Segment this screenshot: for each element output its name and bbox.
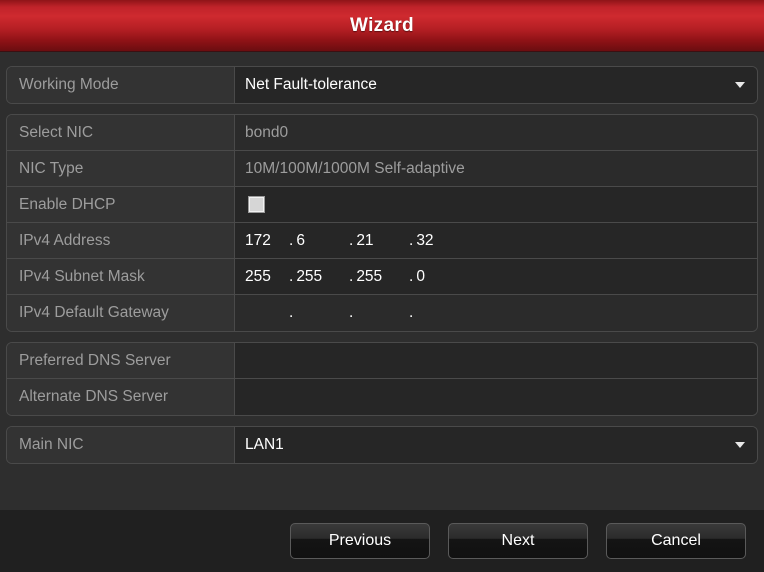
- value-working-mode: Net Fault-tolerance: [245, 76, 377, 93]
- gateway-dot-2: .: [349, 304, 354, 321]
- cell-ipv4-subnet-mask[interactable]: 255 . 255 . 255 .0: [235, 259, 757, 294]
- gateway-octet-2[interactable]: .: [289, 304, 349, 322]
- cell-ipv4-address[interactable]: 172 .6 . 21 . 32: [235, 223, 757, 258]
- group-main-nic: Main NIC LAN1: [6, 426, 758, 464]
- ip-input-ipv4-address[interactable]: 172 .6 . 21 . 32: [245, 232, 469, 250]
- dialog-footer: Previous Next Cancel: [0, 510, 764, 572]
- gateway-octet-3[interactable]: .: [349, 304, 409, 322]
- row-nic-type: NIC Type 10M/100M/1000M Self-adaptive: [7, 151, 757, 187]
- mask-dot-2: .: [349, 267, 354, 285]
- row-alternate-dns: Alternate DNS Server: [7, 379, 757, 415]
- row-ipv4-default-gateway: IPv4 Default Gateway . . .: [7, 295, 757, 331]
- mask-octet-4[interactable]: .0: [409, 268, 469, 286]
- cell-enable-dhcp[interactable]: [235, 187, 757, 222]
- cell-ipv4-default-gateway[interactable]: . . .: [235, 295, 757, 331]
- label-select-nic: Select NIC: [7, 115, 235, 150]
- previous-button[interactable]: Previous: [290, 523, 430, 559]
- label-ipv4-address: IPv4 Address: [7, 223, 235, 258]
- dialog-content: Working Mode Net Fault-tolerance Select …: [0, 52, 764, 510]
- wizard-dialog: Wizard Working Mode Net Fault-tolerance …: [0, 0, 764, 572]
- row-working-mode[interactable]: Working Mode Net Fault-tolerance: [7, 67, 757, 103]
- checkbox-icon-enable-dhcp[interactable]: [248, 196, 265, 213]
- value-select-nic: bond0: [235, 115, 757, 150]
- row-select-nic: Select NIC bond0: [7, 115, 757, 151]
- row-preferred-dns: Preferred DNS Server: [7, 343, 757, 379]
- row-main-nic[interactable]: Main NIC LAN1: [7, 427, 757, 463]
- label-working-mode: Working Mode: [7, 67, 235, 103]
- ip-dot-3: .: [409, 231, 414, 249]
- row-ipv4-address: IPv4 Address 172 .6 . 21 . 32: [7, 223, 757, 259]
- gateway-dot-3: .: [409, 304, 414, 321]
- value-main-nic: LAN1: [245, 436, 284, 453]
- mask-octet-1[interactable]: 255: [245, 268, 289, 286]
- cancel-button[interactable]: Cancel: [606, 523, 746, 559]
- mask-dot-3: .: [409, 267, 414, 285]
- group-dns-settings: Preferred DNS Server Alternate DNS Serve…: [6, 342, 758, 416]
- chevron-down-icon[interactable]: [735, 82, 745, 88]
- ip-octet-3[interactable]: . 21: [349, 232, 409, 250]
- chevron-down-icon[interactable]: [735, 442, 745, 448]
- label-ipv4-subnet-mask: IPv4 Subnet Mask: [7, 259, 235, 294]
- gateway-dot-1: .: [289, 304, 294, 321]
- row-ipv4-subnet-mask: IPv4 Subnet Mask 255 . 255 . 255 .0: [7, 259, 757, 295]
- value-nic-type: 10M/100M/1000M Self-adaptive: [235, 151, 757, 186]
- dropdown-working-mode[interactable]: Net Fault-tolerance: [235, 67, 757, 103]
- gateway-octet-4[interactable]: .: [409, 304, 469, 322]
- title-bar: Wizard: [0, 0, 764, 52]
- ip-input-ipv4-default-gateway[interactable]: . . .: [245, 304, 469, 322]
- mask-dot-1: .: [289, 267, 294, 285]
- ip-dot-2: .: [349, 231, 354, 249]
- window-title: Wizard: [350, 14, 414, 36]
- mask-octet-2[interactable]: . 255: [289, 268, 349, 286]
- ip-octet-1[interactable]: 172: [245, 232, 289, 250]
- next-button[interactable]: Next: [448, 523, 588, 559]
- label-preferred-dns-server: Preferred DNS Server: [7, 343, 235, 378]
- label-enable-dhcp: Enable DHCP: [7, 187, 235, 222]
- mask-octet-3[interactable]: . 255: [349, 268, 409, 286]
- row-enable-dhcp: Enable DHCP: [7, 187, 757, 223]
- label-nic-type: NIC Type: [7, 151, 235, 186]
- ip-octet-4[interactable]: . 32: [409, 232, 469, 250]
- label-ipv4-default-gateway: IPv4 Default Gateway: [7, 295, 235, 331]
- input-alternate-dns-server[interactable]: [235, 379, 757, 415]
- input-preferred-dns-server[interactable]: [235, 343, 757, 378]
- group-working-mode: Working Mode Net Fault-tolerance: [6, 66, 758, 104]
- label-alternate-dns-server: Alternate DNS Server: [7, 379, 235, 415]
- label-main-nic: Main NIC: [7, 427, 235, 463]
- ip-octet-2[interactable]: .6: [289, 232, 349, 250]
- ip-input-ipv4-subnet-mask[interactable]: 255 . 255 . 255 .0: [245, 268, 469, 286]
- ip-dot-1: .: [289, 231, 294, 249]
- group-nic-settings: Select NIC bond0 NIC Type 10M/100M/1000M…: [6, 114, 758, 332]
- dropdown-main-nic[interactable]: LAN1: [235, 427, 757, 463]
